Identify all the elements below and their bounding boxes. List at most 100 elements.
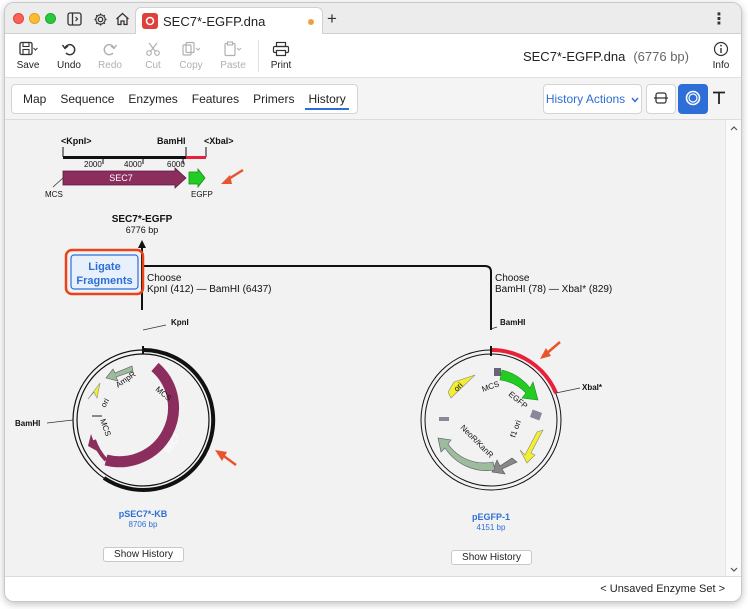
right-mcs-label: MCS	[481, 379, 501, 394]
copy-icon	[171, 38, 211, 60]
document-tab-title: SEC7*-EGFP.dna	[163, 13, 266, 29]
more-menu-icon[interactable]: ⋮	[711, 9, 727, 29]
red-pointer-arrow	[221, 175, 232, 184]
tab-map[interactable]: Map	[16, 84, 53, 114]
mcs-label: MCS	[45, 190, 63, 199]
close-window-button[interactable]	[13, 13, 24, 24]
cut-button[interactable]: Cut	[133, 38, 173, 71]
info-button[interactable]: Info	[701, 38, 741, 71]
right-choose-detail: BamHI (78) — XbaI* (829)	[495, 284, 612, 295]
right-show-history-button[interactable]: Show History	[451, 550, 532, 565]
product-length: 6776 bp	[126, 225, 159, 235]
left-mcs2-label: MCS	[98, 418, 113, 438]
left-plasmid-map: KpnI MCS SEC7 AmpR ori MCS BamHI	[15, 318, 237, 492]
file-length: (6776 bp)	[633, 49, 689, 64]
app-window: SEC7*-EGFP.dna + ⋮ Save Undo Redo Cut Co…	[4, 2, 742, 602]
right-neor-label: NeoR/KanR	[459, 423, 496, 460]
operation-line1: Ligate	[88, 261, 120, 273]
right-f1ori-label: f1 ori	[508, 419, 523, 439]
unsaved-dot-icon	[308, 19, 314, 25]
home-icon[interactable]	[113, 10, 131, 28]
minimize-window-button[interactable]	[29, 13, 40, 24]
undo-label: Undo	[57, 60, 81, 71]
file-name: SEC7*-EGFP.dna	[522, 49, 626, 64]
print-label: Print	[270, 60, 292, 71]
egfp-label: EGFP	[191, 190, 213, 199]
left-plasmid-length: 8706 bp	[129, 520, 158, 529]
site-bamhi: BamHI	[157, 136, 186, 146]
printer-icon	[261, 38, 301, 60]
redo-icon	[90, 38, 130, 60]
tab-sequence[interactable]: Sequence	[53, 84, 121, 114]
right-site-xbai: XbaI*	[582, 383, 603, 392]
file-name-display: SEC7*-EGFP.dna (6776 bp)	[523, 49, 689, 64]
egfp-feature-arrow	[188, 167, 206, 189]
left-site-bamhi: BamHI	[15, 419, 40, 428]
tab-history[interactable]: History	[301, 84, 352, 114]
gear-icon[interactable]	[91, 10, 109, 28]
copy-button[interactable]: Copy	[171, 38, 211, 71]
left-red-pointer-arrow	[215, 450, 227, 461]
right-plasmid-name[interactable]: pEGFP-1	[472, 512, 510, 522]
scroll-up-icon[interactable]	[726, 120, 742, 136]
title-bar: SEC7*-EGFP.dna + ⋮	[5, 3, 741, 34]
merge-connector	[142, 265, 492, 330]
new-tab-button[interactable]: +	[327, 9, 337, 29]
ligate-fragments-operation[interactable]: Ligate Fragments	[64, 248, 145, 296]
product-linear-map: <KpnI> BamHI <XbaI> 2000 4000 6000 SEC7 …	[45, 136, 244, 199]
sec7-label: SEC7	[109, 173, 133, 183]
print-button[interactable]: Print	[261, 38, 301, 71]
chevron-down-icon	[631, 92, 639, 106]
redo-button[interactable]: Redo	[90, 38, 130, 71]
vertical-scrollbar[interactable]	[725, 120, 741, 578]
site-kpni: <KpnI>	[61, 136, 92, 146]
right-site-bamhi: BamHI	[500, 318, 525, 327]
right-plasmid-map: BamHI XbaI* ori MCS EGFP f1 ori NeoR/Kan…	[420, 318, 603, 491]
tick-2000: 2000	[84, 160, 102, 169]
text-t-icon	[711, 90, 727, 109]
paste-label: Paste	[220, 60, 246, 71]
copy-label: Copy	[179, 60, 203, 71]
linear-map-icon	[653, 91, 669, 108]
text-view-button[interactable]	[704, 84, 734, 114]
redo-label: Redo	[98, 60, 122, 71]
history-actions-dropdown[interactable]: History Actions	[543, 84, 642, 114]
undo-button[interactable]: Undo	[49, 38, 89, 71]
document-tab[interactable]: SEC7*-EGFP.dna	[135, 7, 323, 34]
info-label: Info	[712, 60, 730, 71]
tick-4000: 4000	[124, 160, 142, 169]
scissors-icon	[133, 38, 173, 60]
left-choose-detail: KpnI (412) — BamHI (6437)	[147, 284, 272, 295]
toolbar: Save Undo Redo Cut Copy Paste Print SEC7…	[5, 34, 741, 78]
save-label: Save	[16, 60, 40, 71]
info-icon	[701, 38, 741, 60]
enzyme-set-selector[interactable]: < Unsaved Enzyme Set >	[600, 583, 725, 595]
tab-enzymes[interactable]: Enzymes	[121, 84, 184, 114]
left-show-history-button[interactable]: Show History	[103, 547, 184, 562]
view-tab-strip: Map Sequence Enzymes Features Primers Hi…	[5, 78, 741, 120]
tab-features[interactable]: Features	[185, 84, 246, 114]
save-button[interactable]: Save	[8, 38, 48, 71]
toolbar-divider	[258, 40, 259, 72]
linear-view-button[interactable]	[646, 84, 676, 114]
tab-primers[interactable]: Primers	[246, 84, 301, 114]
clipboard-icon	[213, 38, 253, 60]
zoom-window-button[interactable]	[45, 13, 56, 24]
circular-map-icon	[684, 89, 702, 110]
history-canvas: <KpnI> BamHI <XbaI> 2000 4000 6000 SEC7 …	[5, 120, 727, 578]
view-tabs: Map Sequence Enzymes Features Primers Hi…	[11, 84, 358, 114]
backbone-line	[63, 156, 186, 159]
undo-icon	[49, 38, 89, 60]
sidebar-toggle-icon[interactable]	[65, 10, 83, 28]
right-plasmid-length: 4151 bp	[477, 523, 506, 532]
left-plasmid-name[interactable]: pSEC7*-KB	[119, 509, 168, 519]
operation-line2: Fragments	[76, 275, 132, 287]
paste-button[interactable]: Paste	[213, 38, 253, 71]
product-name: SEC7*-EGFP	[112, 214, 173, 225]
history-actions-label: History Actions	[545, 92, 626, 106]
status-bar: < Unsaved Enzyme Set >	[5, 576, 741, 601]
left-choose-label: Choose	[147, 273, 182, 284]
floppy-disk-icon	[8, 38, 48, 60]
site-xbai: <XbaI>	[204, 136, 234, 146]
right-choose-label: Choose	[495, 273, 530, 284]
